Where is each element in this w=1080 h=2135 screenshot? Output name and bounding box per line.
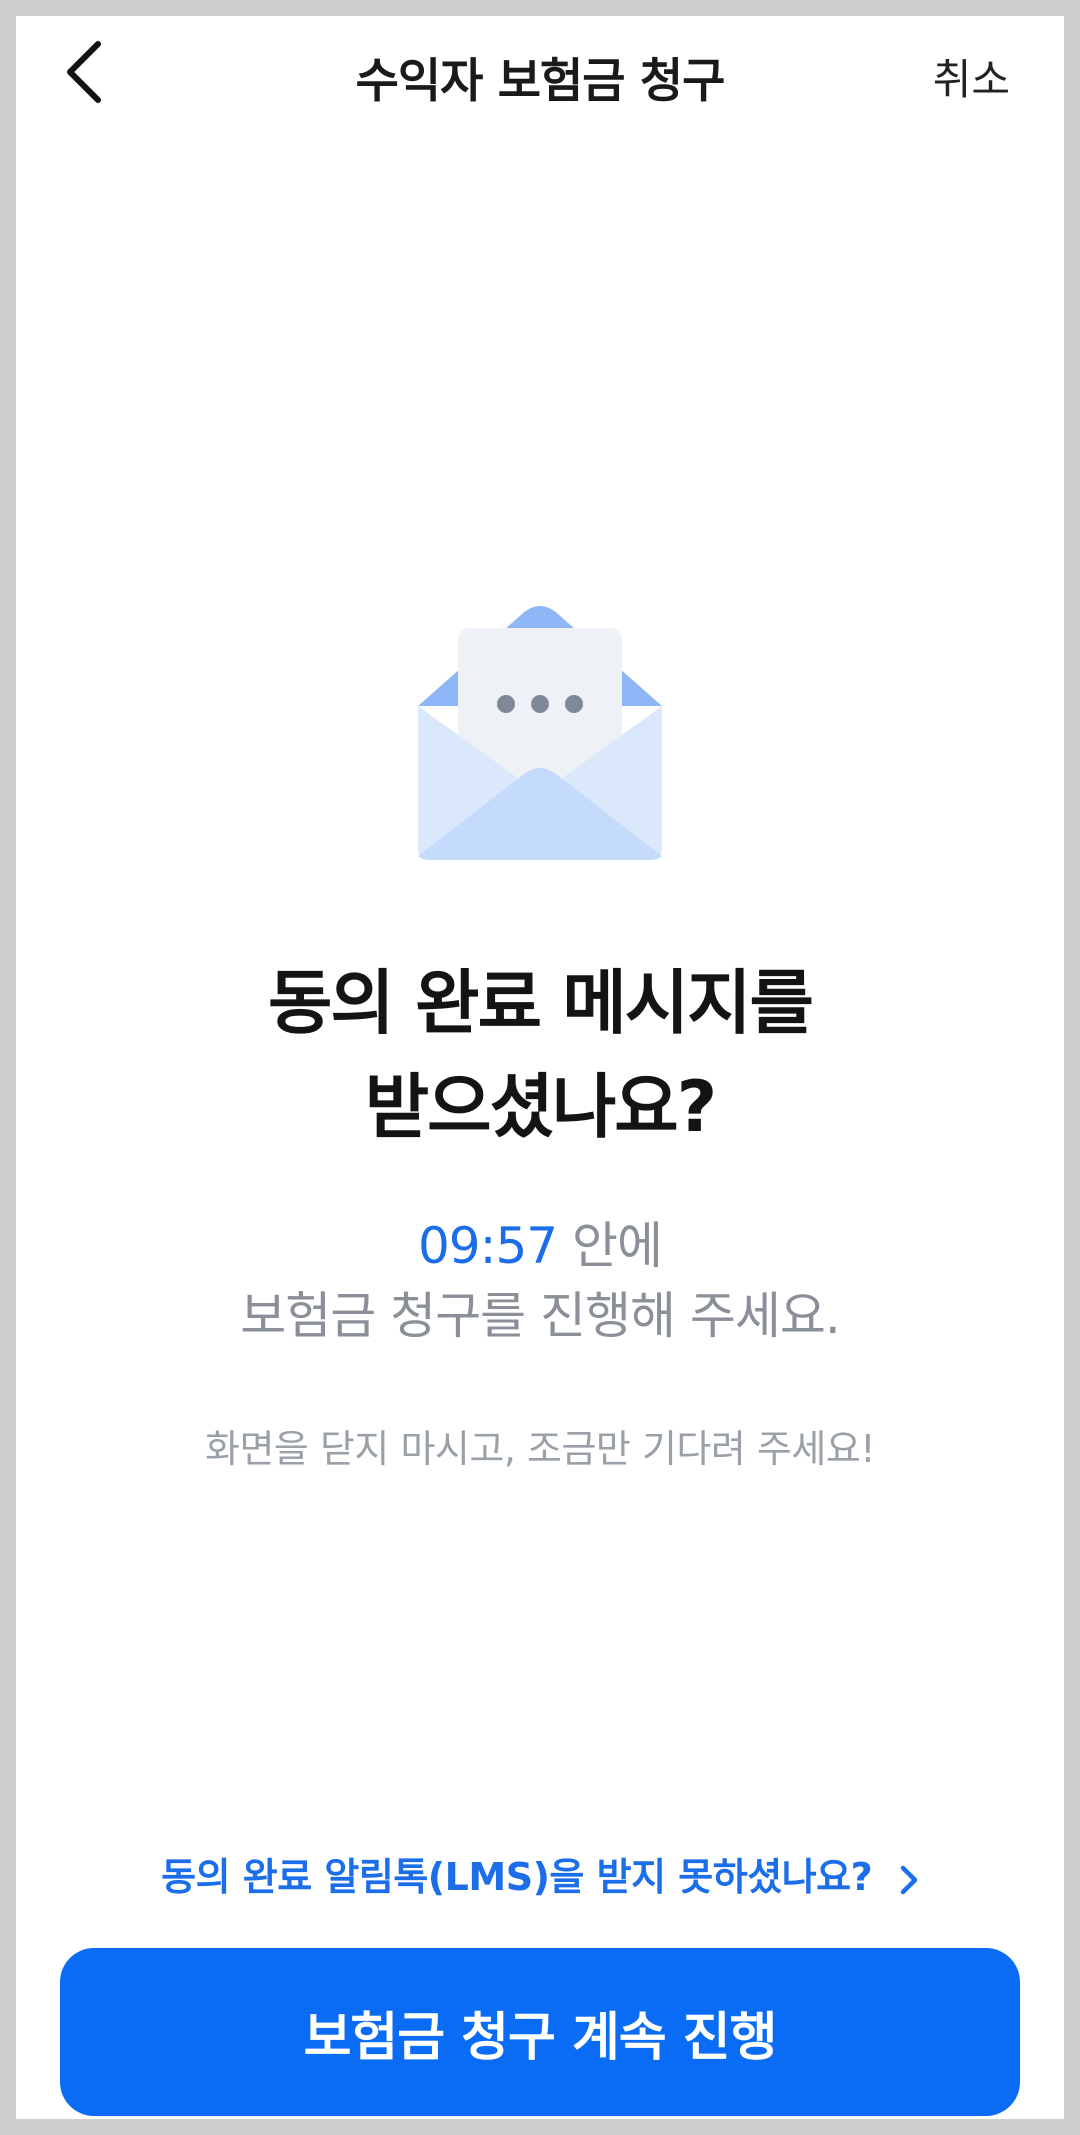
wait-note: 화면을 닫지 마시고, 조금만 기다려 주세요! — [204, 1427, 876, 1471]
headline-line-2: 받으셨나요? — [364, 1066, 718, 1148]
screen: 수익자 보험금 청구 취소 동의 완료 메시지를 받으셨나요? 09:57 안에… — [16, 16, 1064, 2119]
lms-link-label: 동의 완료 알림톡(LMS)을 받지 못하셨나요? — [161, 1855, 873, 1899]
open-envelope-message-icon — [418, 606, 662, 860]
headline-line-1: 동의 완료 메시지를 — [268, 962, 814, 1044]
headline: 동의 완료 메시지를 받으셨나요? — [16, 951, 1064, 1159]
page-title: 수익자 보험금 청구 — [355, 54, 726, 109]
continue-claim-button[interactable]: 보험금 청구 계속 진행 — [60, 1948, 1020, 2116]
top-nav-bar: 수익자 보험금 청구 취소 — [16, 16, 1064, 128]
countdown-timer: 09:57 — [418, 1217, 558, 1275]
chevron-right-icon — [900, 1865, 918, 1894]
instruction-text: 보험금 청구를 진행해 주세요. — [240, 1287, 841, 1345]
cancel-button[interactable]: 취소 — [933, 46, 1010, 107]
timer-line: 09:57 안에 — [16, 1211, 1064, 1281]
lms-not-received-link[interactable]: 동의 완료 알림톡(LMS)을 받지 못하셨나요? — [16, 1846, 1064, 1901]
timer-suffix: 안에 — [557, 1217, 663, 1275]
